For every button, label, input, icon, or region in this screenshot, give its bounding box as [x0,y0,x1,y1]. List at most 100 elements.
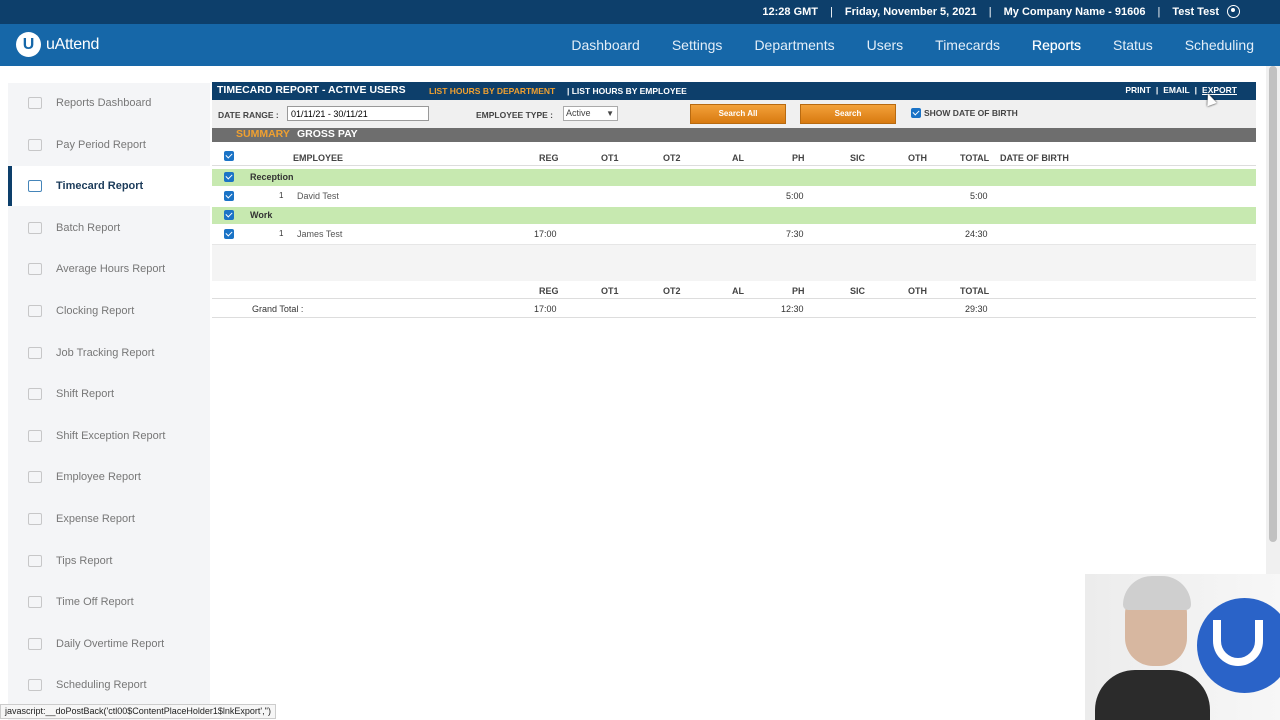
print-link[interactable]: PRINT [1125,85,1151,95]
sidebar-item-pay-period-report[interactable]: Pay Period Report [8,125,210,165]
show-dob-label: SHOW DATE OF BIRTH [924,108,1018,118]
total-col-total: TOTAL [960,286,990,296]
nav-timecards[interactable]: Timecards [935,37,1000,53]
employee-type-label: EMPLOYEE TYPE : [476,110,553,120]
tab-summary[interactable]: SUMMARY [236,128,290,140]
scrollbar-thumb[interactable] [1269,66,1277,542]
sidebar-item-average-hours-report[interactable]: Average Hours Report [8,249,210,289]
cell-ph: 7:30 [786,229,804,239]
main-nav: U uAttend Dashboard Settings Departments… [0,24,1280,66]
col-employee[interactable]: EMPLOYEE [293,153,343,163]
total-col-reg: REG [539,286,559,296]
overtime-icon [28,637,42,650]
table-row: 1 James Test 17:00 7:30 24:30 [212,224,1256,243]
report-title: TIMECARD REPORT - ACTIVE USERS [217,84,406,96]
sidebar-item-label: Expense Report [56,513,135,525]
col-total[interactable]: TOTAL [960,153,989,163]
row-number: 1 [279,229,284,238]
calendar-icon [28,388,42,401]
list-hours-by-employee-link[interactable]: | LIST HOURS BY EMPLOYEE [567,86,687,96]
employee-name[interactable]: James Test [297,229,342,239]
sidebar-item-batch-report[interactable]: Batch Report [8,208,210,248]
nav-settings[interactable]: Settings [672,37,723,53]
row-checkbox[interactable] [224,229,234,241]
batch-icon [28,221,42,234]
sidebar-item-label: Pay Period Report [56,138,146,151]
uattend-logo[interactable]: U uAttend [16,32,99,57]
employee-name[interactable]: David Test [297,191,339,201]
row-checkbox[interactable] [224,191,234,203]
clock-icon [28,305,42,317]
sidebar-item-scheduling-report[interactable]: Scheduling Report [8,665,210,705]
expense-icon [28,513,42,525]
select-all-checkbox[interactable] [224,151,234,163]
group-checkbox[interactable] [224,172,234,184]
total-col-sic: SIC [850,286,866,296]
sidebar-item-shift-report[interactable]: Shift Report [8,374,210,414]
table-row: 1 David Test 5:00 5:00 [212,186,1256,205]
nav-scheduling[interactable]: Scheduling [1185,37,1254,53]
sidebar-item-label: Employee Report [56,471,141,484]
sidebar-item-daily-overtime-report[interactable]: Daily Overtime Report [8,624,210,664]
show-dob-checkbox[interactable] [911,108,921,118]
group-name: Reception [250,172,294,182]
col-al[interactable]: AL [732,153,744,163]
sidebar-item-label: Job Tracking Report [56,346,155,359]
sidebar-item-clocking-report[interactable]: Clocking Report [8,291,210,331]
sidebar-item-label: Timecard Report [56,180,144,193]
col-sic[interactable]: SIC [850,153,865,163]
sidebar-item-label: Time Off Report [56,596,134,609]
user-account-icon[interactable] [1227,5,1240,18]
group-row-reception: Reception [212,169,1256,186]
col-ph[interactable]: PH [792,153,805,163]
col-ot2[interactable]: OT2 [663,153,681,163]
sidebar-item-job-tracking-report[interactable]: Job Tracking Report [8,333,210,373]
nav-users[interactable]: Users [867,37,904,53]
sidebar-item-employee-report[interactable]: Employee Report [8,457,210,497]
tips-icon [28,554,42,567]
employee-type-select[interactable]: Active ▼ [563,106,618,121]
sidebar-item-label: Scheduling Report [56,679,147,692]
total-col-ot2: OT2 [663,286,681,296]
nav-dashboard[interactable]: Dashboard [571,37,640,53]
sidebar-item-time-off-report[interactable]: Time Off Report [8,582,210,622]
nav-status[interactable]: Status [1113,37,1153,53]
grand-total-row: Grand Total : 17:00 12:30 29:30 [212,299,1256,318]
report-tabs: SUMMARY GROSS PAY [212,128,1256,142]
report-actions: PRINT | EMAIL | EXPORT [1125,85,1237,95]
sidebar-item-shift-exception-report[interactable]: Shift Exception Report [8,416,210,456]
search-button[interactable]: Search [800,104,896,124]
sidebar-item-label: Clocking Report [56,305,135,317]
nav-reports[interactable]: Reports [1032,37,1081,53]
col-oth[interactable]: OTH [908,153,927,163]
clock-time: 12:28 GMT [762,5,819,18]
report-header: TIMECARD REPORT - ACTIVE USERS LIST HOUR… [212,82,1256,100]
list-hours-by-department-link[interactable]: LIST HOURS BY DEPARTMENT [429,86,555,96]
sidebar-item-label: Tips Report [56,554,113,567]
email-link[interactable]: EMAIL [1163,85,1189,95]
col-ot1[interactable]: OT1 [601,153,619,163]
sidebar-item-tips-report[interactable]: Tips Report [8,541,210,581]
briefcase-icon [28,346,42,359]
timecard-icon [28,180,42,193]
nav-menu: Dashboard Settings Departments Users Tim… [539,24,1254,66]
total-col-al: AL [732,286,744,296]
tab-gross-pay[interactable]: GROSS PAY [297,128,358,140]
group-checkbox[interactable] [224,210,234,222]
nav-departments[interactable]: Departments [754,37,834,53]
col-date-of-birth[interactable]: DATE OF BIRTH [1000,153,1069,163]
sidebar-item-expense-report[interactable]: Expense Report [8,499,210,539]
sidebar-item-reports-dashboard[interactable]: Reports Dashboard [8,83,210,123]
user-name[interactable]: Test Test [1172,6,1219,18]
search-all-button[interactable]: Search All [690,104,786,124]
col-reg[interactable]: REG [539,153,559,163]
total-col-oth: OTH [908,286,927,296]
sidebar-item-label: Reports Dashboard [56,97,152,109]
sidebar-item-timecard-report[interactable]: Timecard Report [8,166,210,207]
date-range-input[interactable] [287,106,429,121]
sidebar-item-label: Batch Report [56,221,121,234]
cell-total: 24:30 [965,229,988,239]
group-row-work: Work [212,207,1256,224]
company-name[interactable]: My Company Name - 91606 [1004,6,1146,18]
sidebar-item-label: Average Hours Report [56,263,166,276]
